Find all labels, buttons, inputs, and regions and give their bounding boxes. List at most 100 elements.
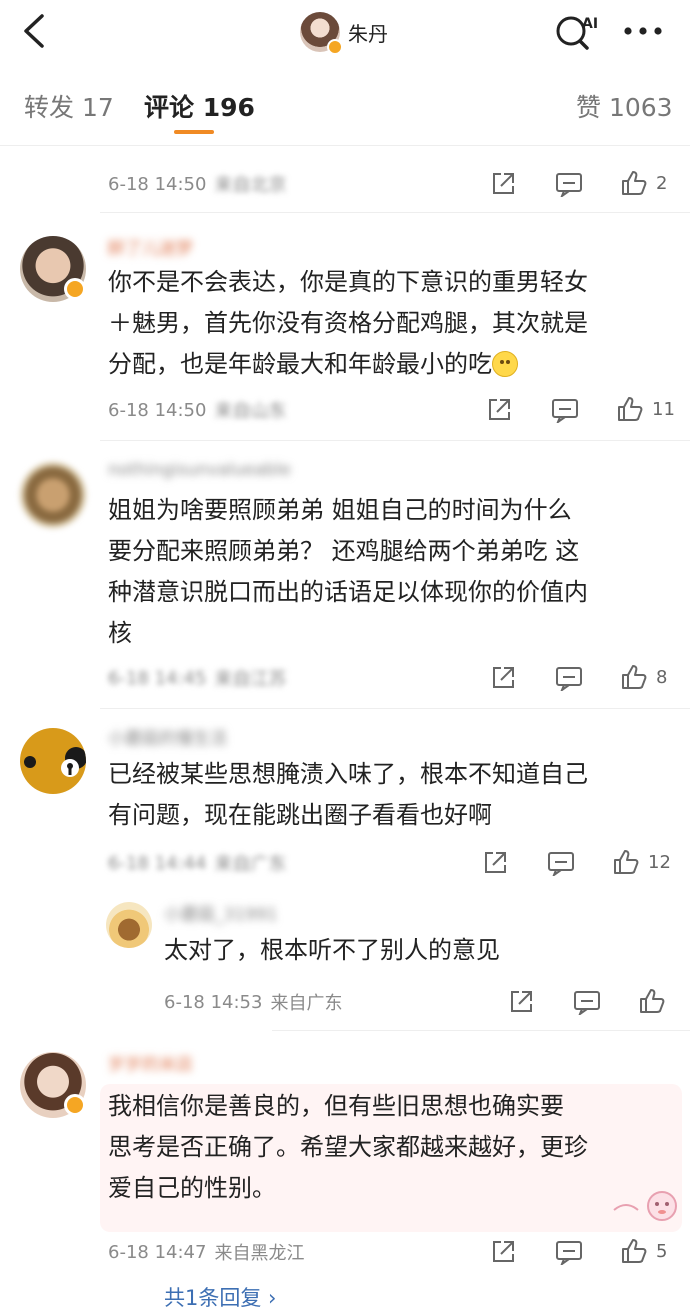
avatar[interactable] — [20, 728, 86, 794]
comment-text-line: 已经被某些思想腌渍入味了，根本不知道自己 — [108, 760, 588, 788]
comment-icon — [556, 173, 582, 197]
comment-time: 6-18 14:50 — [108, 399, 207, 421]
share-icon — [493, 667, 514, 688]
header-avatar — [300, 12, 343, 55]
comment-icon — [552, 399, 578, 423]
ai-label: AI — [582, 16, 598, 32]
share-button[interactable] — [482, 850, 508, 876]
like-button[interactable]: 11 — [616, 395, 675, 423]
comment-text: 已经被某些思想腌渍入味了，根本不知道自己 有问题，现在能跳出圈子看看也好啊 — [108, 754, 678, 836]
comment-time: 6-18 14:47 — [108, 1241, 207, 1263]
top-bar: 朱丹 AI — [0, 0, 690, 66]
reply-text: 太对了，根本听不了别人的意见 — [164, 936, 500, 964]
view-replies-link[interactable]: 共1条回复 › — [164, 1282, 276, 1310]
like-button[interactable] — [638, 987, 666, 1015]
comment-text-line: 姐姐为啥要照顾弟弟 姐姐自己的时间为什么 — [108, 496, 572, 524]
verified-badge-icon — [64, 1094, 86, 1116]
comment-meta: 6-18 14:44 来自广东 — [108, 845, 286, 881]
like-button[interactable]: 5 — [620, 1237, 667, 1265]
reply-nickname[interactable]: 小蘑菇_31991 — [164, 900, 278, 926]
comment-text: 你不是不会表达，你是真的下意识的重男轻女 ＋魅男，首先你没有资格分配鸡腿，其次就… — [108, 262, 678, 385]
like-count: 2 — [656, 172, 668, 194]
share-icon — [493, 173, 514, 194]
comment-text-line: 核 — [108, 619, 132, 647]
comment-nickname[interactable]: 岁岁的米店 — [108, 1050, 193, 1076]
comment-location: 来自江苏 — [214, 669, 287, 690]
thumbs-up-icon — [622, 171, 647, 195]
comment-text-line: ＋魅男，首先你没有资格分配鸡腿，其次就是 — [108, 309, 588, 337]
comment-icon — [556, 667, 582, 691]
thumbs-up-icon — [622, 1239, 647, 1263]
back-arrow-icon[interactable] — [18, 12, 52, 50]
ai-search-icon[interactable]: AI — [552, 10, 600, 52]
like-button[interactable]: 8 — [620, 663, 667, 691]
divider — [272, 1030, 690, 1031]
comment-location: 来自黑龙江 — [214, 1243, 305, 1264]
avatar[interactable] — [20, 462, 86, 528]
comment-text-line: 要分配来照顾弟弟？ 还鸡腿给两个弟弟吃 这 — [108, 537, 580, 565]
tab-reposts[interactable]: 转发 17 — [24, 88, 114, 124]
like-count: 12 — [648, 851, 671, 873]
like-button[interactable]: 2 — [620, 169, 667, 197]
keyhole-avatar-icon — [24, 747, 86, 777]
comment-nickname[interactable]: nothingisunvalueable — [108, 460, 291, 486]
comment-text-line: 种潜意识脱口而出的话语足以体现你的价值内 — [108, 578, 588, 606]
slight-smile-emoji-icon — [492, 351, 518, 377]
comment-location: 来自北京 — [214, 175, 287, 196]
share-button[interactable] — [490, 665, 516, 691]
like-button[interactable]: 12 — [612, 848, 671, 876]
comment-meta: 6-18 14:50 来自山东 — [108, 392, 286, 428]
comment-text-line: 我相信你是善良的，但有些旧思想也确实要 — [108, 1092, 564, 1120]
comment-text-line: 有问题，现在能跳出圈子看看也好啊 — [108, 801, 492, 829]
comment-button[interactable] — [551, 397, 579, 423]
comment-text-line: 思考是否正确了。希望大家都越来越好，更珍 — [108, 1133, 588, 1161]
like-count: 5 — [656, 1240, 668, 1262]
comment-text: 姐姐为啥要照顾弟弟 姐姐自己的时间为什么 要分配来照顾弟弟？ 还鸡腿给两个弟弟吃… — [108, 490, 678, 654]
comment-text-line-with-emoji: 分配，也是年龄最大和年龄最小的吃 — [108, 344, 678, 385]
divider — [100, 212, 690, 213]
comment-text: 我相信你是善良的，但有些旧思想也确实要 思考是否正确了。希望大家都越来越好，更珍… — [108, 1086, 678, 1209]
share-icon — [489, 399, 510, 420]
comment-button[interactable] — [573, 989, 601, 1015]
header-user[interactable]: 朱丹 — [300, 9, 388, 55]
comment-nickname[interactable]: 小蘑菇的慢生活 — [108, 724, 227, 750]
reply-meta: 6-18 14:53 来自广东 — [164, 984, 342, 1020]
comment-time: 6-18 14:45 — [108, 667, 207, 689]
tab-comments[interactable]: 评论 196 — [144, 88, 255, 124]
reply-time: 6-18 14:53 — [164, 991, 263, 1013]
share-button[interactable] — [486, 397, 512, 423]
thumbs-up-icon — [622, 665, 647, 689]
share-button[interactable] — [508, 989, 534, 1015]
tab-likes[interactable]: 赞 1063 — [576, 88, 673, 124]
comment-time: 6-18 14:50 — [108, 173, 207, 195]
more-options-icon[interactable] — [622, 24, 664, 38]
share-button[interactable] — [490, 171, 516, 197]
verified-badge-icon — [64, 278, 86, 300]
like-count: 8 — [656, 666, 668, 688]
comment-button[interactable] — [555, 171, 583, 197]
share-icon — [485, 852, 506, 873]
share-icon — [511, 991, 532, 1012]
comment-button[interactable] — [547, 850, 575, 876]
comment-button[interactable] — [555, 665, 583, 691]
header-user-name: 朱丹 — [348, 21, 388, 46]
thumbs-up-icon — [640, 989, 665, 1013]
comment-icon — [574, 991, 600, 1015]
comment-meta: 6-18 14:47 来自黑龙江 — [108, 1234, 304, 1270]
comment-location: 来自广东 — [214, 854, 287, 875]
reply-avatar[interactable] — [106, 902, 152, 948]
tab-bar: 转发 17 评论 196 赞 1063 — [0, 66, 690, 146]
comment-nickname[interactable]: 醉了儿迷梦 — [108, 234, 193, 260]
comment-text-line: 分配，也是年龄最大和年龄最小的吃 — [108, 350, 492, 378]
comment-location: 来自山东 — [214, 401, 287, 422]
share-button[interactable] — [490, 1239, 516, 1265]
comment-icon — [556, 1241, 582, 1265]
comment-time: 6-18 14:44 — [108, 852, 207, 874]
comment-meta: 6-18 14:45 来自江苏 — [108, 660, 286, 696]
comment-text-line: 爱自己的性别。 — [108, 1174, 276, 1202]
divider — [100, 708, 690, 709]
verified-badge-icon — [327, 39, 343, 55]
thumbs-up-icon — [614, 850, 639, 874]
divider — [100, 440, 690, 441]
comment-button[interactable] — [555, 1239, 583, 1265]
